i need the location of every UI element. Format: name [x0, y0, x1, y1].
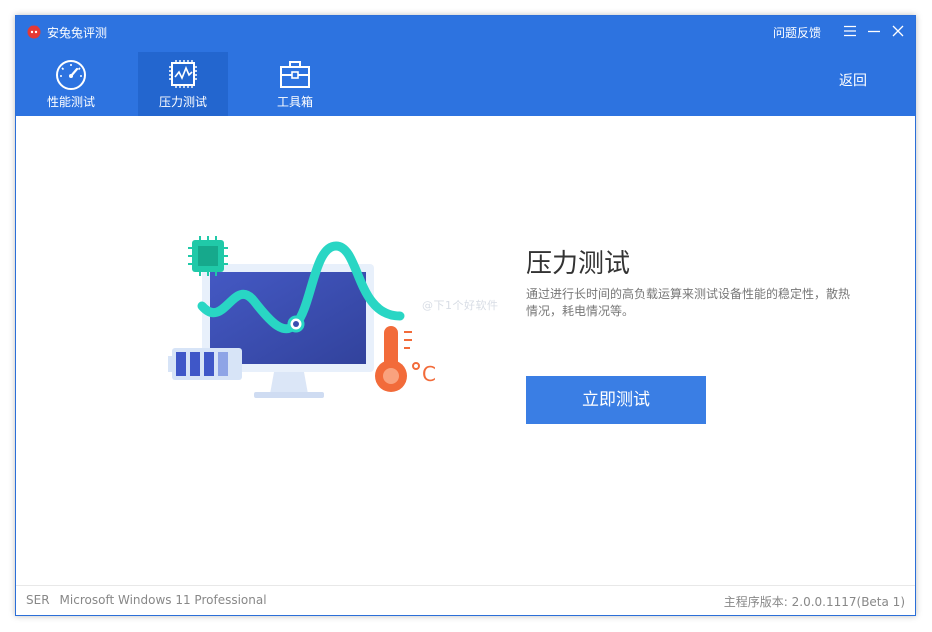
version-info: 主程序版本: 2.0.0.1117(Beta 1): [723, 595, 905, 609]
tab-label: 性能测试: [46, 95, 95, 109]
main-content: C @下1个好软件 压力测试 通过进行长时间的高负载运算来测试设备性能的稳定性，…: [16, 116, 915, 586]
antutu-logo-icon: [26, 23, 42, 39]
menu-icon[interactable]: [841, 22, 859, 40]
status-bar: SER Microsoft Windows 11 Professional 主程序…: [16, 585, 915, 615]
back-link[interactable]: 返回: [839, 70, 867, 90]
tab-stress-test[interactable]: 压力测试: [138, 52, 228, 116]
feedback-link[interactable]: 问题反馈: [773, 24, 821, 41]
stress-test-illustration: C: [154, 236, 454, 406]
header: 安兔兔评测 问题反馈 性能测试 压力测试 工具箱 返回: [16, 16, 915, 116]
tab-label: 工具箱: [276, 95, 313, 109]
titlebar: 安兔兔评测 问题反馈: [16, 16, 915, 48]
speedometer-icon: [54, 57, 88, 91]
toolbox-icon: [278, 57, 312, 91]
app-title: 安兔兔评测: [47, 26, 108, 40]
page-description: 通过进行长时间的高负载运算来测试设备性能的稳定性，散热情况，耗电情况等。: [526, 287, 851, 318]
app-window: 安兔兔评测 问题反馈 性能测试 压力测试 工具箱 返回 C @下1个好软件 压力…: [15, 15, 916, 616]
minimize-icon[interactable]: [865, 22, 883, 40]
device-info: SER Microsoft Windows 11 Professional: [26, 593, 267, 607]
os-name: Microsoft Windows 11 Professional: [59, 593, 267, 607]
page-title: 压力测试: [526, 249, 631, 279]
svg-text:C: C: [422, 362, 436, 386]
tab-label: 压力测试: [158, 95, 207, 109]
watermark-text: @下1个好软件: [422, 299, 499, 312]
close-icon[interactable]: [889, 22, 907, 40]
tab-performance-test[interactable]: 性能测试: [26, 52, 116, 116]
tab-toolbox[interactable]: 工具箱: [250, 52, 340, 116]
stress-chip-icon: [166, 57, 200, 91]
start-test-button[interactable]: 立即测试: [526, 376, 706, 424]
device-name: SER: [26, 593, 50, 607]
